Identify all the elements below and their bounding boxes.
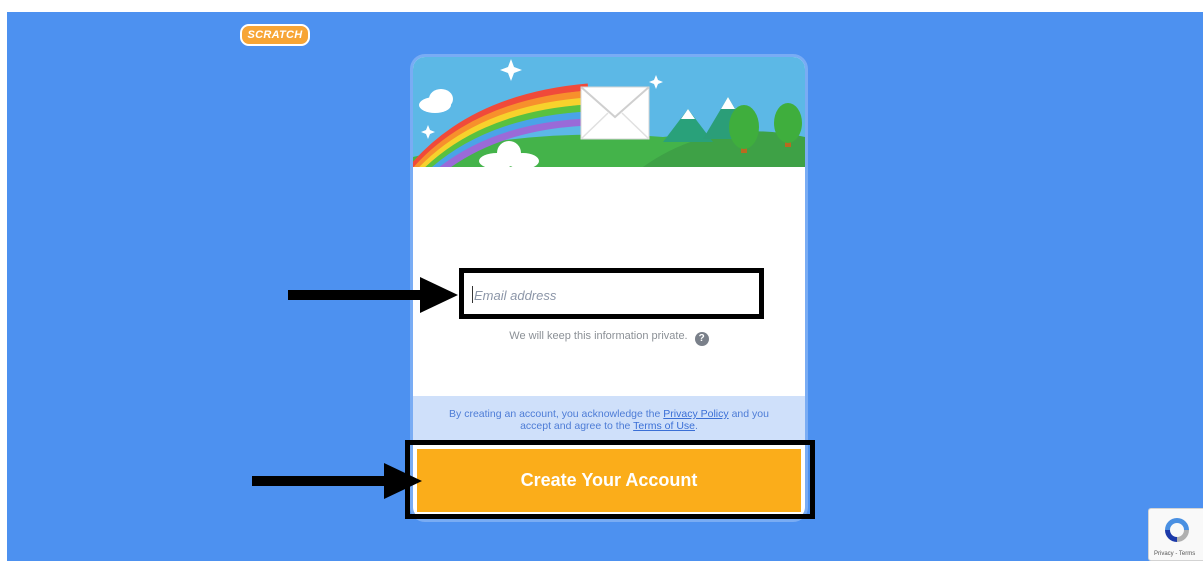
privacy-hint: We will keep this information private. ? [413, 330, 805, 346]
privacy-hint-text: We will keep this information private. [509, 330, 688, 342]
rainbow-envelope-banner [413, 57, 805, 167]
legal-notice: By creating an account, you acknowledge … [413, 396, 805, 444]
create-account-button[interactable]: Create Your Account [417, 449, 801, 512]
recaptcha-icon [1165, 518, 1189, 542]
terms-of-use-link[interactable]: Terms of Use [633, 420, 695, 432]
recaptcha-label: Privacy - Terms [1154, 551, 1196, 557]
text-caret [472, 286, 473, 303]
help-icon[interactable]: ? [694, 332, 709, 346]
email-input[interactable] [472, 284, 751, 306]
legal-suffix: . [695, 420, 698, 432]
create-account-label: Create Your Account [520, 470, 698, 490]
scratch-logo[interactable]: SCRATCH [240, 24, 310, 46]
legal-prefix: By creating an account, you acknowledge … [449, 408, 661, 420]
arrow-right-icon [288, 277, 458, 313]
arrow-right-icon [252, 463, 422, 499]
email-field-highlight [459, 268, 764, 319]
privacy-policy-link[interactable]: Privacy Policy [663, 408, 728, 420]
recaptcha-badge[interactable]: Privacy - Terms [1148, 508, 1203, 561]
